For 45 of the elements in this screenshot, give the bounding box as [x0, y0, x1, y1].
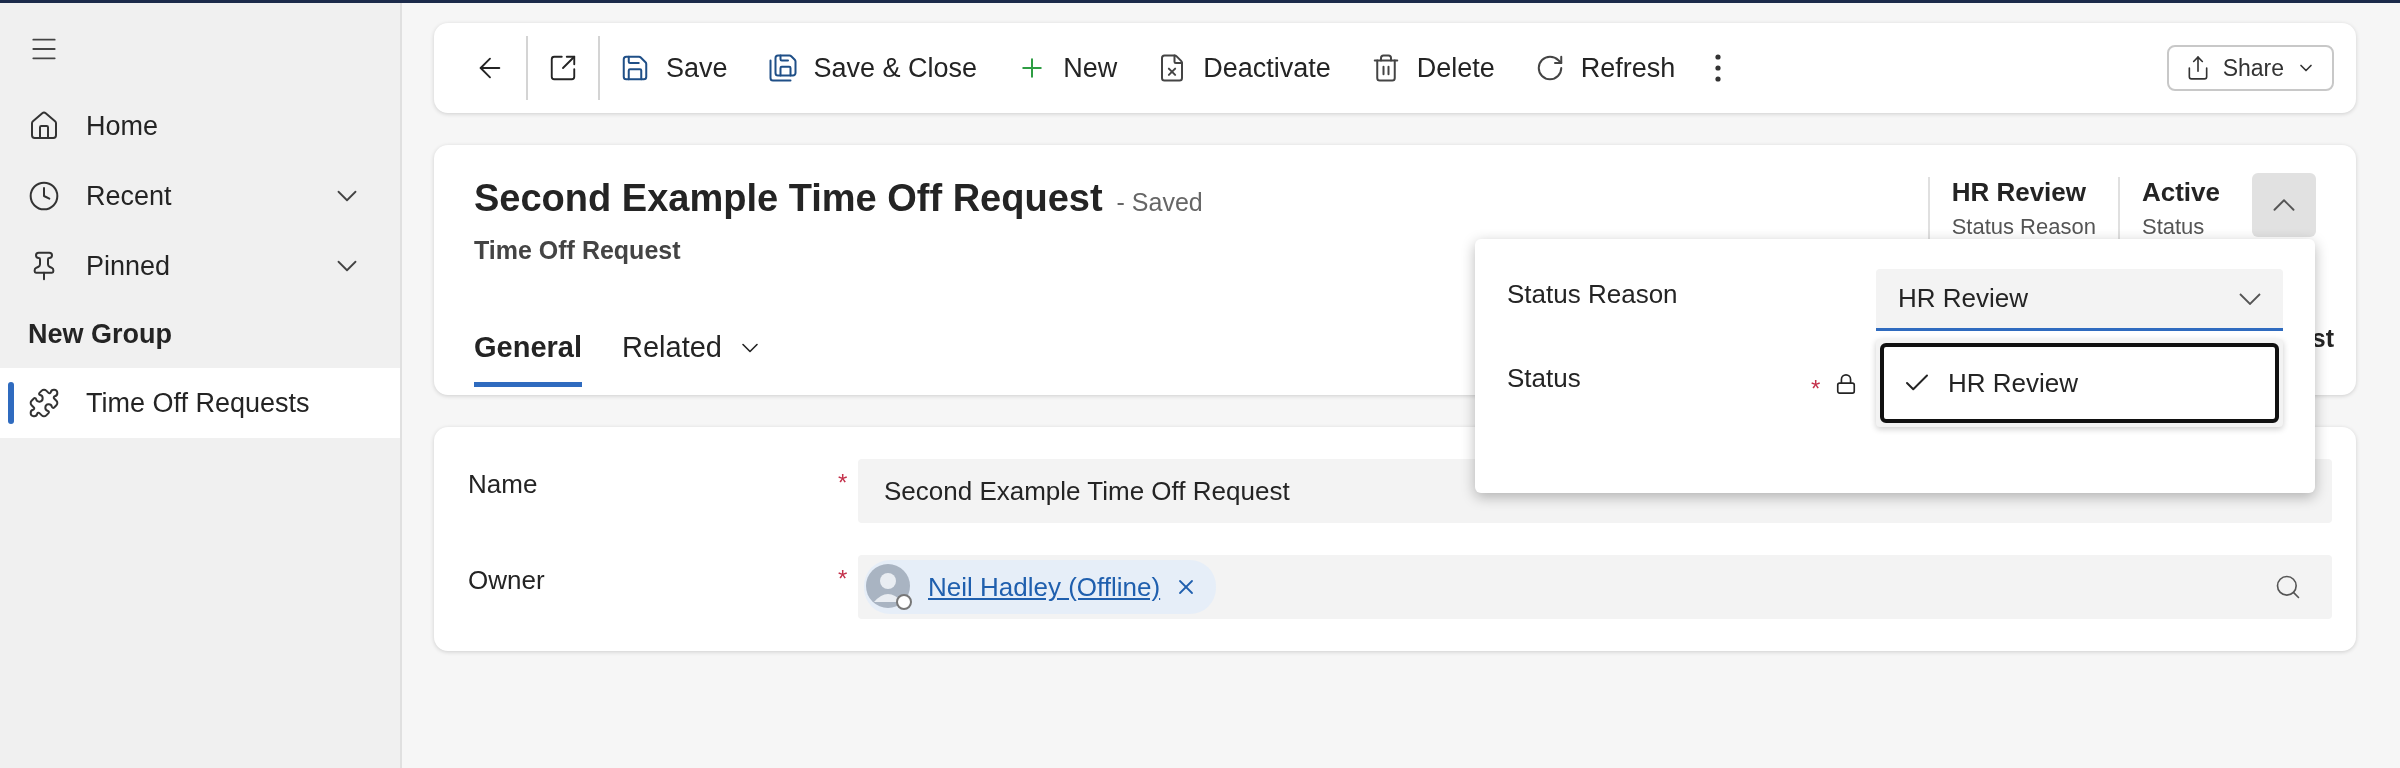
lock-icon [1835, 373, 1857, 395]
required-mark: * [1811, 374, 1822, 403]
tab[interactable]: Related [622, 331, 764, 387]
save-icon [620, 53, 650, 83]
external-link-icon [548, 53, 578, 83]
save-all-icon [767, 53, 798, 83]
entity-name: Time Off Request [474, 236, 682, 265]
header-label: Status [2141, 214, 2206, 240]
search-icon [2274, 573, 2302, 601]
avatar-icon [864, 562, 914, 612]
home-icon [28, 110, 60, 142]
command-button[interactable]: Deactivate [1137, 38, 1351, 98]
field-label: Owner [468, 564, 546, 596]
field-label: Status [1507, 362, 1582, 394]
group-title: New Group [27, 318, 173, 351]
clock-icon [28, 180, 60, 212]
puzzle-icon [28, 387, 60, 419]
save-status: - Saved [1116, 188, 1203, 216]
header-toggle-button[interactable] [2252, 173, 2316, 237]
chevron-down-icon [2239, 292, 2261, 305]
command-button[interactable]: Save & Close [747, 38, 998, 98]
nav-item[interactable]: Recent [0, 161, 400, 231]
tab[interactable]: General [474, 331, 582, 387]
nav-item[interactable]: Pinned [0, 231, 400, 301]
field-label: Name [468, 468, 539, 500]
owner-field[interactable]: Neil Hadley (Offline) [858, 555, 2332, 619]
more-icon [1715, 54, 1722, 82]
command-button[interactable]: Refresh [1514, 38, 1696, 98]
nav-item[interactable]: Time Off Requests [0, 368, 400, 438]
header-value: Active [2141, 177, 2220, 208]
dropdown-option[interactable]: HR Review [1880, 343, 2279, 423]
required-mark: * [838, 468, 849, 497]
status-reason-dropdown[interactable]: HR Review [1876, 269, 2283, 331]
owner-link[interactable]: Neil Hadley (Offline) [928, 571, 1161, 603]
record-title: Second Example Time Off Request [474, 177, 1103, 219]
owner-chip[interactable]: Neil Hadley (Offline) [864, 560, 1217, 614]
field-label: Status Reason [1507, 278, 1679, 310]
header-label: Status Reason [1951, 214, 2096, 240]
required-mark: * [838, 564, 849, 593]
command-button[interactable]: Delete [1350, 38, 1515, 98]
nav-item[interactable]: Home [0, 91, 400, 161]
header-value: HR Review [1951, 177, 2088, 208]
command-button[interactable]: New [997, 38, 1138, 98]
share-button[interactable]: Share [2166, 45, 2334, 91]
command-button[interactable]: Save [600, 38, 748, 98]
